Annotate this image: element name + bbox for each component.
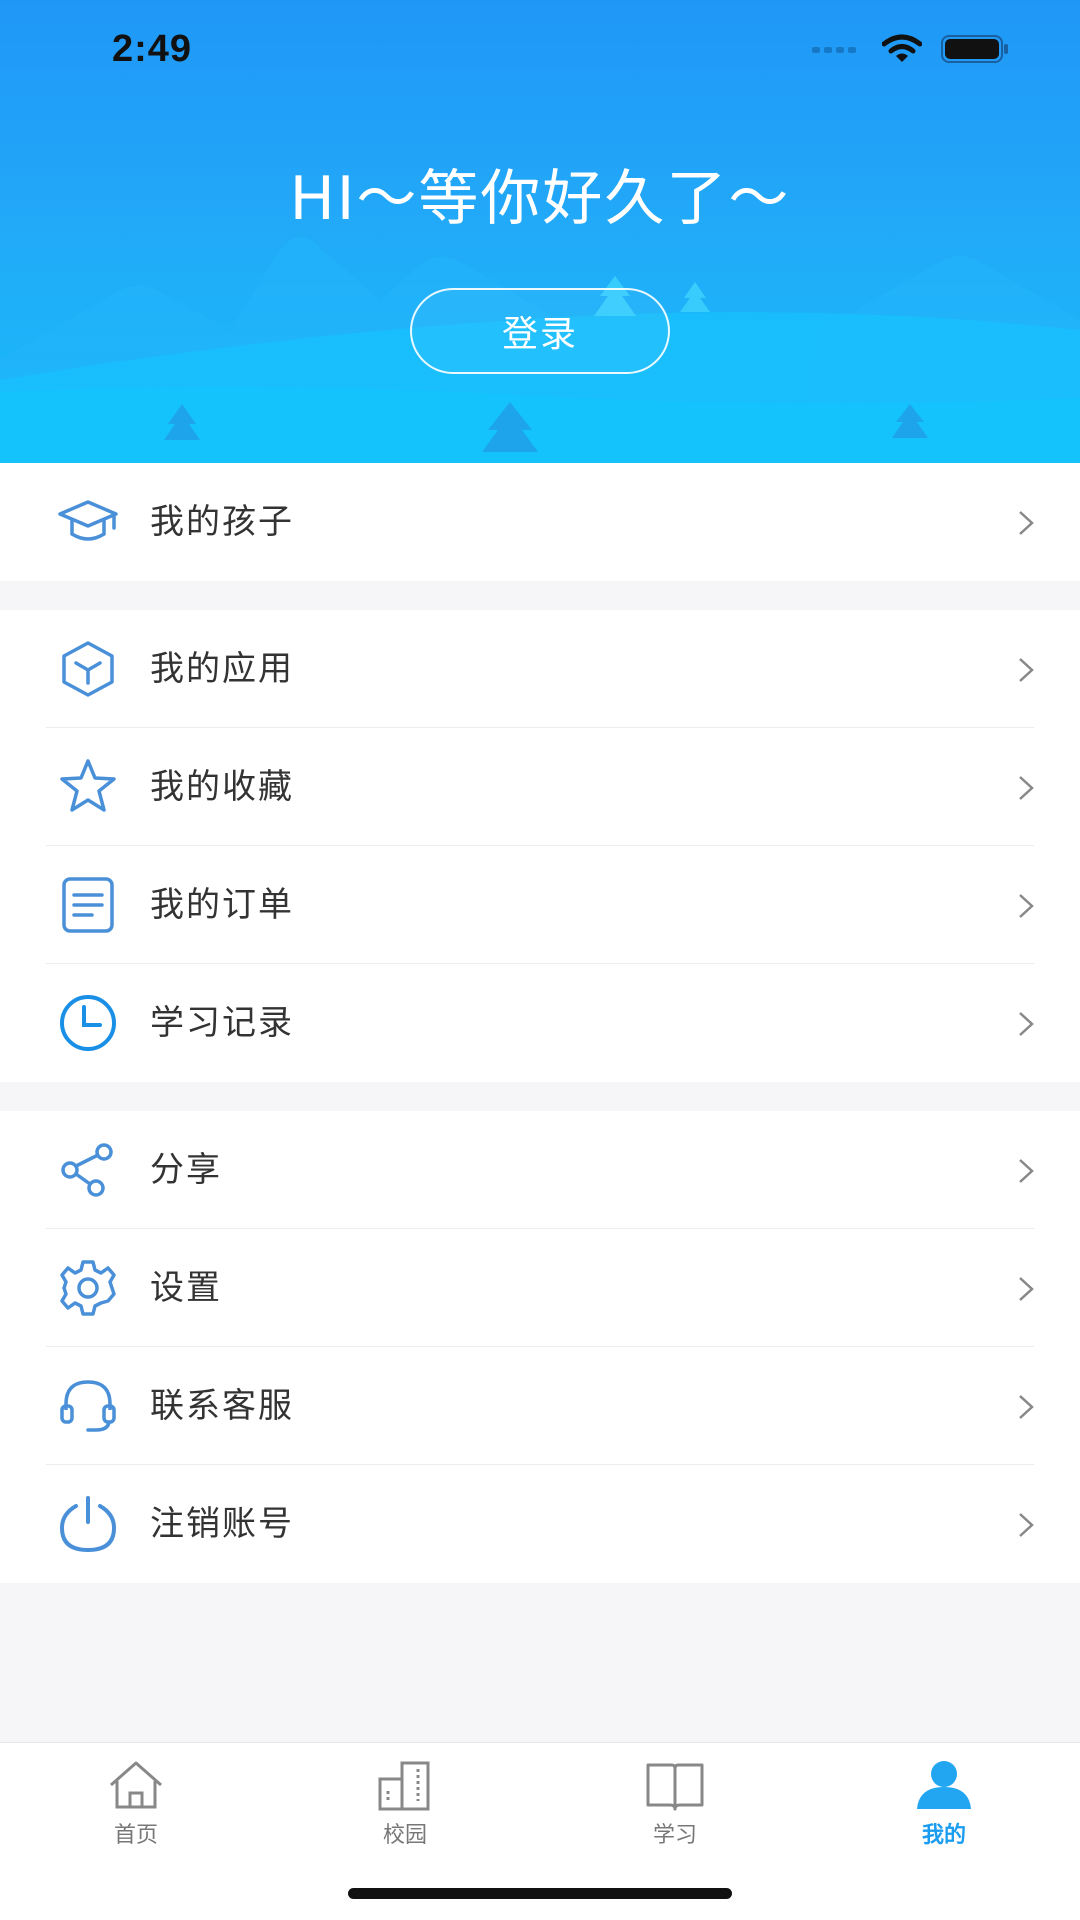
menu-item-label: 分享 [150, 1150, 222, 1190]
menu-item-settings[interactable]: 设置 [0, 1229, 1080, 1347]
chevron-right-icon [1019, 511, 1034, 535]
user-icon [917, 1761, 971, 1809]
campus-icon [378, 1761, 430, 1811]
chevron-right-icon [1019, 776, 1034, 800]
headset-icon [60, 1380, 116, 1432]
battery-icon [941, 35, 1008, 63]
chevron-right-icon [1019, 1012, 1034, 1036]
tab-label: 我的 [921, 1823, 966, 1848]
wifi-icon [882, 34, 922, 62]
menu-item-label: 我的订单 [150, 885, 294, 925]
menu-item-my-children[interactable]: 我的孩子 [0, 463, 1080, 581]
menu-section-3: 分享 设置 联系客服 注销账号 [0, 1111, 1080, 1583]
star-icon [60, 759, 116, 812]
share-icon [61, 1143, 113, 1197]
menu-item-label: 学习记录 [150, 1003, 294, 1043]
menu-item-label: 我的应用 [150, 649, 294, 689]
menu-item-label: 我的孩子 [150, 502, 294, 542]
menu-item-my-orders[interactable]: 我的订单 [0, 846, 1080, 964]
signal-icon [812, 47, 856, 53]
tab-study[interactable]: 学习 [605, 1757, 745, 1867]
status-bar: 2:49 [0, 0, 1080, 100]
menu-item-label: 注销账号 [150, 1504, 294, 1544]
tab-label: 校园 [382, 1823, 427, 1848]
graduation-cap-icon [58, 500, 118, 541]
menu-item-label: 联系客服 [150, 1386, 294, 1426]
chevron-right-icon [1019, 1159, 1034, 1183]
chevron-right-icon [1019, 658, 1034, 682]
tab-campus[interactable]: 校园 [335, 1757, 475, 1867]
menu-item-label: 设置 [150, 1268, 222, 1308]
home-icon [110, 1761, 162, 1809]
power-icon [59, 1496, 117, 1553]
greeting-title: HI～等你好久了～ [289, 164, 791, 234]
chevron-right-icon [1019, 1513, 1034, 1537]
profile-header: 2:49 HI～等你好久了～ 登录 [0, 0, 1080, 463]
document-icon [62, 877, 114, 933]
menu-item-deactivate-account[interactable]: 注销账号 [0, 1465, 1080, 1583]
clock-icon [60, 995, 116, 1051]
menu-item-share[interactable]: 分享 [0, 1111, 1080, 1229]
chevron-right-icon [1019, 894, 1034, 918]
chevron-right-icon [1019, 1277, 1034, 1301]
menu-item-my-apps[interactable]: 我的应用 [0, 610, 1080, 728]
menu-item-customer-service[interactable]: 联系客服 [0, 1347, 1080, 1465]
book-icon [646, 1763, 704, 1811]
menu-item-study-records[interactable]: 学习记录 [0, 964, 1080, 1082]
tab-label: 学习 [652, 1823, 697, 1848]
menu-section-2: 我的应用 我的收藏 我的订单 学习记录 [0, 610, 1080, 1082]
tab-label: 首页 [113, 1823, 158, 1848]
chevron-right-icon [1019, 1395, 1034, 1419]
login-button[interactable]: 登录 [410, 288, 670, 374]
menu-item-my-favorites[interactable]: 我的收藏 [0, 728, 1080, 846]
status-time: 2:49 [112, 28, 193, 70]
cube-icon [62, 641, 114, 697]
tab-mine[interactable]: 我的 [874, 1757, 1014, 1867]
menu-section-1: 我的孩子 [0, 463, 1080, 581]
home-indicator[interactable] [348, 1888, 732, 1899]
tab-home[interactable]: 首页 [66, 1757, 206, 1867]
gear-icon [60, 1260, 116, 1316]
menu-item-label: 我的收藏 [150, 767, 294, 807]
